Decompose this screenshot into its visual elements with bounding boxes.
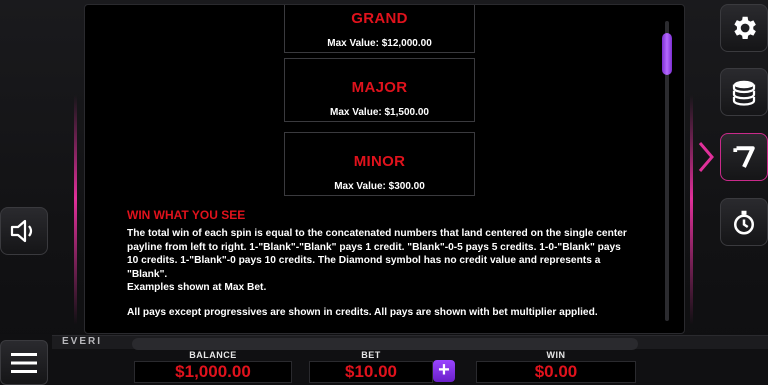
sound-button[interactable]: [0, 207, 48, 255]
jackpot-max-value: Max Value: $300.00: [334, 181, 425, 192]
rules-line: 10 credits. 1-"Blank"-0 pays 10 credits.…: [127, 255, 601, 266]
rules-text: The total win of each spin is equal to t…: [127, 227, 647, 295]
win-label: WIN: [546, 350, 566, 360]
bet-label: BET: [361, 350, 381, 360]
brand-logo: EVERI: [62, 336, 103, 347]
section-title: WIN WHAT YOU SEE: [127, 208, 246, 222]
bet-value: $10.00: [309, 361, 433, 383]
rules-line: The total win of each spin is equal to t…: [127, 228, 627, 239]
autoplay-button[interactable]: [720, 198, 768, 246]
coin-stack-icon: [732, 80, 756, 106]
stopwatch-icon: [734, 210, 754, 235]
seven-icon: [733, 146, 755, 168]
jackpot-name: MAJOR: [351, 79, 408, 96]
jackpot-max-value: Max Value: $1,500.00: [330, 107, 429, 118]
increase-bet-button[interactable]: +: [433, 360, 455, 382]
rules-line: payline from left to right. 1-"Blank"-"B…: [127, 241, 621, 253]
gear-icon: [734, 16, 756, 39]
balance-value: $1,000.00: [134, 361, 292, 383]
balance-label: BALANCE: [189, 350, 237, 360]
jackpot-major-box: MAJOR Max Value: $1,500.00: [284, 58, 475, 122]
jackpot-minor-box: MINOR Max Value: $300.00: [284, 132, 475, 196]
scrollbar-track[interactable]: [662, 21, 672, 321]
settings-button[interactable]: [720, 4, 768, 52]
win-meter: WIN $0.00: [476, 350, 636, 385]
jackpot-name: MINOR: [353, 153, 406, 170]
bet-meter: BET $10.00: [309, 350, 433, 385]
rules-line: Examples shown at Max Bet.: [127, 282, 267, 293]
paytable-panel[interactable]: GRAND Max Value: $12,000.00 MAJOR Max Va…: [84, 4, 685, 334]
jackpot-grand-box: GRAND Max Value: $12,000.00: [284, 5, 475, 53]
jackpot-max-value: Max Value: $12,000.00: [327, 38, 432, 49]
status-bar: [132, 338, 638, 350]
paytable-button[interactable]: [720, 133, 768, 181]
scrollbar-thumb[interactable]: [662, 33, 672, 75]
jackpot-name: GRAND: [351, 10, 408, 27]
rules-note: All pays except progressives are shown i…: [127, 307, 598, 318]
hamburger-icon: [11, 352, 37, 373]
menu-button[interactable]: [0, 340, 48, 385]
coin-stack-button[interactable]: [720, 68, 768, 116]
right-glow-divider: [690, 95, 693, 325]
balance-meter: BALANCE $1,000.00: [134, 350, 292, 385]
active-menu-indicator-icon: [698, 142, 714, 172]
rules-line: "Blank".: [127, 268, 168, 280]
speaker-icon: [10, 219, 33, 243]
win-value: $0.00: [476, 361, 636, 383]
left-glow-divider: [74, 95, 77, 325]
